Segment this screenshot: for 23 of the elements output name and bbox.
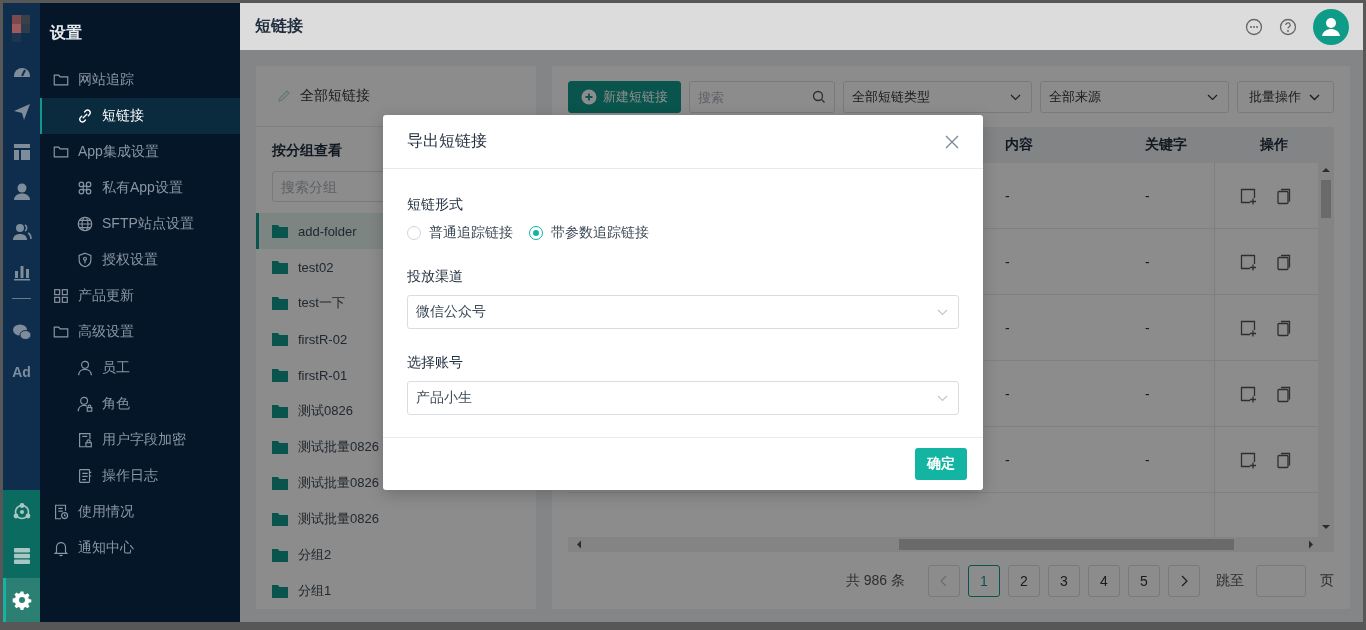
column-header: 内容 [1005,136,1034,154]
section-heading: 按分组查看 [272,141,342,160]
table-cell-text: - [1145,451,1151,468]
jump-label: 跳至 [1216,572,1244,590]
column-header: 关键字 [1145,136,1188,154]
table-cell-text: - [1005,385,1011,402]
table-cell-text: - [1005,319,1011,336]
sidebar-title: 设置 [48,23,83,43]
table-cell-text: - [1005,187,1011,204]
table-cell-text: - [1145,319,1151,336]
field-label: 投放渠道 [407,267,464,286]
table-cell-text: - [1145,253,1151,270]
dialog-title: 导出短链接 [407,131,487,151]
field-label: 短链形式 [407,195,464,214]
table-cell-text: - [1145,385,1151,402]
field-label: 选择账号 [407,353,464,372]
table-cell-text: - [1005,253,1011,270]
page-title: 短链接 [255,16,303,36]
page-suffix: 页 [1320,572,1334,590]
table-cell-text: - [1005,451,1011,468]
table-cell-text: - [1145,187,1151,204]
total-count: 共 986 条 [845,572,905,590]
column-header: 操作 [1259,136,1289,154]
